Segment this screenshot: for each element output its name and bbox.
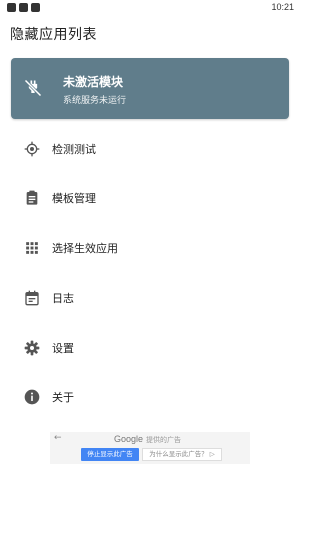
status-bar: 10:21 (0, 0, 300, 16)
notification-icons (7, 3, 40, 12)
menu-item-about[interactable]: 关于 (0, 377, 300, 417)
ad-brand: Google (114, 434, 144, 444)
module-status-title: 未激活模块 (63, 75, 124, 89)
module-off-icon (23, 78, 43, 98)
menu-item-detection-test[interactable]: 检测测试 (0, 129, 300, 169)
notification-icon (7, 3, 16, 12)
menu-item-label: 检测测试 (52, 143, 96, 156)
why-ad-button[interactable]: 为什么显示此广告？ ▷ (142, 448, 222, 461)
page-title: 隐藏应用列表 (10, 27, 97, 43)
calendar-icon (23, 289, 41, 307)
menu-item-label: 模板管理 (52, 192, 96, 205)
ad-provided-text: 提供的广告 (146, 436, 181, 444)
module-status-card[interactable]: 未激活模块 系统服务未运行 (11, 58, 289, 119)
stop-ad-button[interactable]: 停止显示此广告 (81, 448, 139, 461)
menu-item-label: 日志 (52, 292, 74, 305)
ad-banner: ← Google 提供的广告 停止显示此广告 为什么显示此广告？ ▷ (50, 432, 250, 464)
notification-icon (19, 3, 28, 12)
status-time: 10:21 (271, 2, 294, 12)
menu-item-label: 关于 (52, 391, 74, 404)
menu-item-logs[interactable]: 日志 (0, 278, 300, 318)
gear-icon (23, 339, 41, 357)
menu-item-select-apps[interactable]: 选择生效应用 (0, 228, 300, 268)
info-icon (23, 388, 41, 406)
menu-item-template-management[interactable]: 模板管理 (0, 178, 300, 218)
apps-grid-icon (23, 239, 41, 257)
menu-item-settings[interactable]: 设置 (0, 328, 300, 368)
menu-item-label: 设置 (52, 342, 74, 355)
ad-back-icon[interactable]: ← (54, 433, 62, 443)
target-icon (23, 140, 41, 158)
clipboard-icon (23, 189, 41, 207)
notification-icon (31, 3, 40, 12)
module-status-subtitle: 系统服务未运行 (63, 96, 127, 106)
menu-item-label: 选择生效应用 (52, 242, 118, 255)
